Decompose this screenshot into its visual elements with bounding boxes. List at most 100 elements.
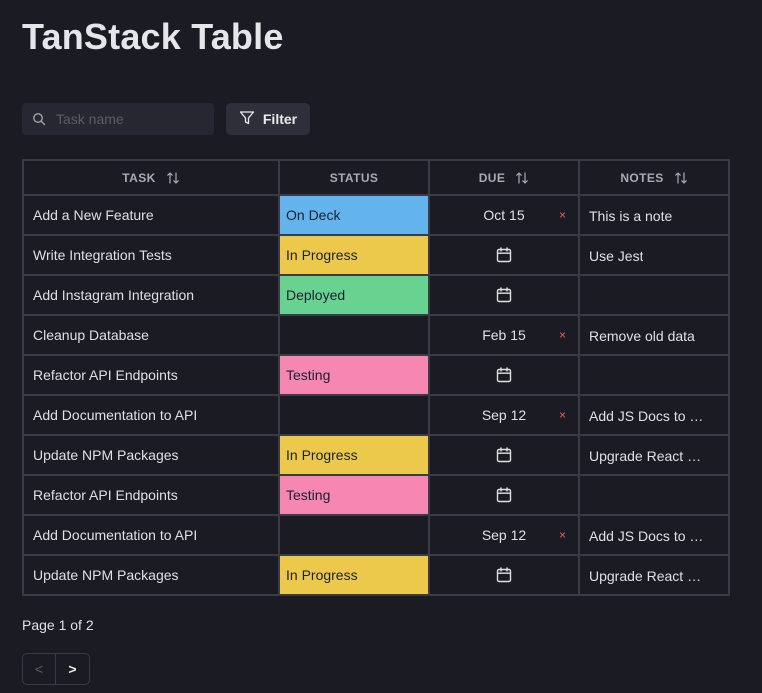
calendar-icon[interactable]: [495, 446, 513, 463]
task-cell[interactable]: Write Integration Tests: [22, 234, 280, 276]
task-cell[interactable]: Update NPM Packages: [22, 554, 280, 596]
pagination: < >: [22, 653, 90, 685]
table-row: Update NPM Packages In Progress Upgrade Re…: [22, 434, 730, 476]
due-cell[interactable]: Sep 12 ×: [428, 394, 580, 436]
table-row: Refactor API Endpoints Testing: [22, 474, 730, 516]
status-cell[interactable]: Testing: [278, 474, 430, 516]
task-cell[interactable]: Cleanup Database: [22, 314, 280, 356]
note-text: Remove old data: [589, 327, 695, 344]
due-cell[interactable]: [428, 234, 580, 276]
calendar-icon[interactable]: [495, 486, 513, 503]
due-cell[interactable]: [428, 354, 580, 396]
calendar-icon[interactable]: [495, 366, 513, 383]
search-box: [22, 103, 214, 135]
status-cell[interactable]: In Progress: [278, 554, 430, 596]
status-cell[interactable]: [278, 314, 430, 356]
table-row: Refactor API Endpoints Testing: [22, 354, 730, 396]
filter-icon: [239, 110, 255, 129]
prev-page-button[interactable]: <: [22, 653, 56, 685]
note-text: Add JS Docs to all endpoints: [589, 407, 707, 424]
task-cell[interactable]: Add Instagram Integration: [22, 274, 280, 316]
notes-cell[interactable]: Remove old data: [578, 314, 730, 356]
table-row: Write Integration Tests In Progress Use Je…: [22, 234, 730, 276]
next-page-button[interactable]: >: [56, 653, 90, 685]
due-date[interactable]: Sep 12: [482, 407, 526, 423]
page-info: Page 1 of 2: [22, 617, 94, 633]
notes-cell[interactable]: This is a note: [578, 194, 730, 236]
calendar-icon[interactable]: [495, 246, 513, 263]
table-header: Task Status Due Notes: [22, 159, 730, 196]
clear-date-icon[interactable]: ×: [559, 208, 566, 222]
notes-cell[interactable]: Upgrade React & Chakra UI: [578, 434, 730, 476]
table-row: Add Documentation to API Sep 12 × Add JS Do…: [22, 514, 730, 556]
column-header-label: Task: [122, 170, 156, 185]
note-text: Use Jest: [589, 247, 644, 264]
header-row: Task Status Due Notes: [22, 159, 730, 196]
filter-button[interactable]: Filter: [226, 103, 310, 135]
table-row: Add a New Feature On Deck Oct 15 × This is a…: [22, 194, 730, 236]
column-header-inner: Status: [330, 171, 379, 185]
note-text: Upgrade React & Chakra UI: [589, 447, 707, 464]
status-cell[interactable]: Deployed: [278, 274, 430, 316]
notes-cell[interactable]: Add JS Docs to all endpoints: [578, 514, 730, 556]
task-cell[interactable]: Add a New Feature: [22, 194, 280, 236]
clear-date-icon[interactable]: ×: [559, 328, 566, 342]
column-header-status: Status: [278, 159, 430, 196]
due-date[interactable]: Oct 15: [483, 207, 524, 223]
task-cell[interactable]: Update NPM Packages: [22, 434, 280, 476]
column-header-label: Status: [329, 170, 379, 185]
sort-icon[interactable]: [166, 171, 180, 185]
task-cell[interactable]: Add Documentation to API: [22, 514, 280, 556]
note-text: Add JS Docs to all endpoints: [589, 527, 707, 544]
sort-icon[interactable]: [674, 171, 688, 185]
due-date[interactable]: Sep 12: [482, 527, 526, 543]
notes-cell[interactable]: Upgrade React & Chakra UI: [578, 554, 730, 596]
status-cell[interactable]: Testing: [278, 354, 430, 396]
column-header-inner: Task: [122, 171, 179, 185]
note-text: Upgrade React & Chakra UI: [589, 567, 707, 584]
status-cell[interactable]: On Deck: [278, 194, 430, 236]
notes-cell[interactable]: [578, 474, 730, 516]
due-cell[interactable]: [428, 274, 580, 316]
task-cell[interactable]: Refactor API Endpoints: [22, 474, 280, 516]
tasks-table: Task Status Due Notes Add a New Feature On D…: [22, 159, 730, 596]
status-cell[interactable]: In Progress: [278, 434, 430, 476]
column-header-inner: Due: [479, 171, 530, 185]
notes-cell[interactable]: [578, 354, 730, 396]
due-date[interactable]: Feb 15: [482, 327, 526, 343]
notes-cell[interactable]: Add JS Docs to all endpoints: [578, 394, 730, 436]
due-cell[interactable]: [428, 554, 580, 596]
status-cell[interactable]: In Progress: [278, 234, 430, 276]
column-header-label: Notes: [620, 170, 664, 185]
filter-label: Filter: [262, 111, 298, 127]
notes-cell[interactable]: Use Jest: [578, 234, 730, 276]
column-header-label: Due: [478, 170, 506, 185]
toolbar: Filter: [22, 103, 310, 135]
table-row: Update NPM Packages In Progress Upgrade Re…: [22, 554, 730, 596]
due-cell[interactable]: Oct 15 ×: [428, 194, 580, 236]
search-input[interactable]: [22, 103, 214, 135]
note-text: This is a note: [589, 207, 673, 224]
sort-icon[interactable]: [515, 171, 529, 185]
column-header-due[interactable]: Due: [428, 159, 580, 196]
status-cell[interactable]: [278, 514, 430, 556]
task-cell[interactable]: Add Documentation to API: [22, 394, 280, 436]
due-cell[interactable]: [428, 474, 580, 516]
table-row: Cleanup Database Feb 15 × Remove old data: [22, 314, 730, 356]
due-cell[interactable]: [428, 434, 580, 476]
due-cell[interactable]: Feb 15 ×: [428, 314, 580, 356]
table-row: Add Instagram Integration Deployed: [22, 274, 730, 316]
clear-date-icon[interactable]: ×: [559, 528, 566, 542]
table-body: Add a New Feature On Deck Oct 15 × This is a…: [22, 194, 730, 596]
column-header-notes[interactable]: Notes: [578, 159, 730, 196]
app-page: TanStack Table Filter: [0, 0, 762, 693]
page-title: TanStack Table: [22, 16, 284, 57]
calendar-icon[interactable]: [495, 566, 513, 583]
status-cell[interactable]: [278, 394, 430, 436]
due-cell[interactable]: Sep 12 ×: [428, 514, 580, 556]
clear-date-icon[interactable]: ×: [559, 408, 566, 422]
task-cell[interactable]: Refactor API Endpoints: [22, 354, 280, 396]
column-header-task[interactable]: Task: [22, 159, 280, 196]
notes-cell[interactable]: [578, 274, 730, 316]
calendar-icon[interactable]: [495, 286, 513, 303]
